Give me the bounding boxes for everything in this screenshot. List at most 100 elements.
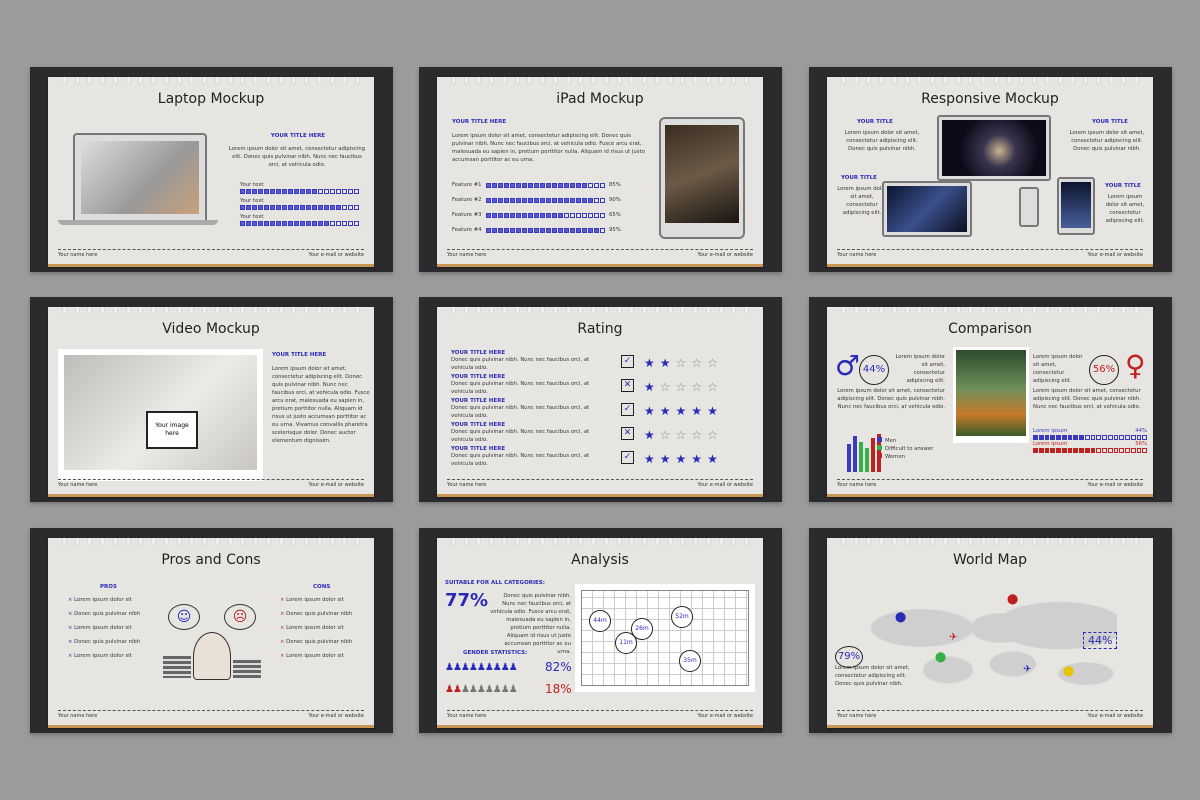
- ring: [253, 307, 259, 314]
- ring: [189, 307, 195, 314]
- ring: [450, 307, 456, 314]
- ring: [942, 538, 948, 545]
- ring: [125, 538, 131, 545]
- slide-title: Video Mockup: [162, 321, 260, 337]
- slide-ipad[interactable]: iPad Mockup YOUR TITLE HERE Lorem ipsum …: [419, 67, 782, 272]
- slide-footer: Your name here Your e-mail or website: [58, 710, 364, 719]
- ring: [616, 307, 622, 314]
- ring: [866, 538, 872, 545]
- slide-video[interactable]: Video Mockup Your image here YOUR TITLE …: [30, 297, 393, 502]
- ring: [163, 538, 169, 545]
- rating-checkbox[interactable]: ✕: [621, 426, 634, 440]
- image-placeholder-screen: Your image here: [146, 411, 198, 449]
- rating-text: YOUR TITLE HERE Donec quis pulvinar nibh.…: [451, 446, 611, 468]
- bar-chart: [847, 432, 881, 472]
- slide-laptop[interactable]: Laptop Mockup YOUR TITLE HERE Lorem ipsu…: [30, 67, 393, 272]
- ring: [1083, 538, 1089, 545]
- star-icon: ☆: [659, 427, 671, 442]
- star-rating: ★ ☆ ☆ ☆ ☆: [644, 376, 723, 395]
- slide-title: Rating: [577, 321, 623, 337]
- ring: [278, 77, 284, 84]
- ring: [240, 77, 246, 84]
- list-item: × Lorem ipsum dolor sit: [280, 625, 344, 631]
- ring: [955, 307, 961, 314]
- ring: [214, 538, 220, 545]
- ring: [693, 538, 699, 545]
- map-bubble: 44m: [589, 610, 611, 632]
- rating-row: YOUR TITLE HERE Donec quis pulvinar nibh.…: [451, 397, 756, 421]
- ring: [74, 307, 80, 314]
- ring: [240, 307, 246, 314]
- ring: [879, 538, 885, 545]
- pct-right: 44%: [1083, 632, 1118, 649]
- ring: [151, 77, 157, 84]
- ring: [87, 538, 93, 545]
- ring: [629, 307, 635, 314]
- slide-rating[interactable]: Rating YOUR TITLE HERE Donec quis pulvina…: [419, 297, 782, 502]
- slide-analysis[interactable]: Analysis SUITABLE FOR ALL CATEGORIES: 77…: [419, 528, 782, 733]
- ring: [891, 307, 897, 314]
- ring: [680, 538, 686, 545]
- ring: [968, 307, 974, 314]
- list-item: × Donec quis pulvinar nibh: [68, 639, 141, 645]
- ring: [1006, 538, 1012, 545]
- ring: [904, 538, 910, 545]
- rating-checkbox[interactable]: ✓: [621, 402, 634, 416]
- body-right-long: Lorem ipsum dolor sit amet, consectetur …: [1033, 388, 1141, 410]
- ring: [1108, 538, 1114, 545]
- section-body: Lorem ipsum dolor sit amet, consectetur …: [228, 146, 366, 168]
- ring: [968, 538, 974, 545]
- ring: [227, 77, 233, 84]
- progress-cells: [240, 189, 366, 194]
- rating-checkbox[interactable]: ✓: [621, 450, 634, 464]
- ring: [955, 77, 961, 84]
- ring: [151, 538, 157, 545]
- ring: [355, 77, 361, 84]
- body-right-top: Lorem ipsum dolor sit amet, consectetur …: [1069, 130, 1145, 152]
- spiral-binding: [48, 77, 374, 84]
- progress-cells: [486, 182, 605, 188]
- ring: [718, 77, 724, 84]
- progress-cells: [1033, 448, 1147, 453]
- ring: [189, 77, 195, 84]
- spiral-binding: [827, 77, 1153, 84]
- ring: [112, 538, 118, 545]
- slide-comparison[interactable]: Comparison ♂ 44% Lorem ipsum dolor sit a…: [809, 297, 1172, 502]
- ring: [667, 538, 673, 545]
- body-left: Lorem ipsum dolor sit amet, consectetur …: [835, 665, 910, 687]
- rating-checkbox[interactable]: ✓: [621, 354, 634, 368]
- ring: [981, 77, 987, 84]
- feature-row: Your text: [226, 213, 366, 226]
- ring: [904, 307, 910, 314]
- slide-responsive[interactable]: Responsive Mockup YOUR TITLE Lorem ipsum…: [809, 67, 1172, 272]
- star-icon: ★: [644, 379, 655, 394]
- body-right: Lorem ipsum dolor sit amet, consectetur …: [1033, 354, 1083, 384]
- star-icon: ☆: [659, 379, 671, 394]
- ring: [304, 77, 310, 84]
- ring: [1032, 77, 1038, 84]
- rating-text: YOUR TITLE HERE Donec quis pulvinar nibh.…: [451, 374, 611, 396]
- ring: [744, 77, 750, 84]
- video-frame: Your image here: [58, 349, 263, 481]
- ring: [265, 307, 271, 314]
- ring: [1070, 307, 1076, 314]
- ring: [603, 77, 609, 84]
- pct-left: 44%: [859, 355, 889, 385]
- slide-footer: Your name here Your e-mail or website: [447, 479, 753, 488]
- slide-world-map[interactable]: World Map 79% Lorem ipsum dolor sit amet…: [809, 528, 1172, 733]
- ring: [355, 538, 361, 545]
- ring: [501, 307, 507, 314]
- slide-title: iPad Mockup: [556, 91, 644, 107]
- slide-pros-cons[interactable]: Pros and Cons PROS × Lorem ipsum dolor s…: [30, 528, 393, 733]
- rating-checkbox[interactable]: ✕: [621, 378, 634, 392]
- ring: [968, 77, 974, 84]
- ring: [527, 538, 533, 545]
- sad-face-icon: ☹: [224, 604, 256, 630]
- ring: [552, 77, 558, 84]
- ring: [61, 538, 67, 545]
- feature-label: Feature #4: [452, 227, 482, 233]
- ring: [879, 307, 885, 314]
- ring: [603, 307, 609, 314]
- slide-footer: Your name here Your e-mail or website: [447, 710, 753, 719]
- pros-list: × Lorem ipsum dolor sit × Donec quis pulv…: [68, 596, 140, 666]
